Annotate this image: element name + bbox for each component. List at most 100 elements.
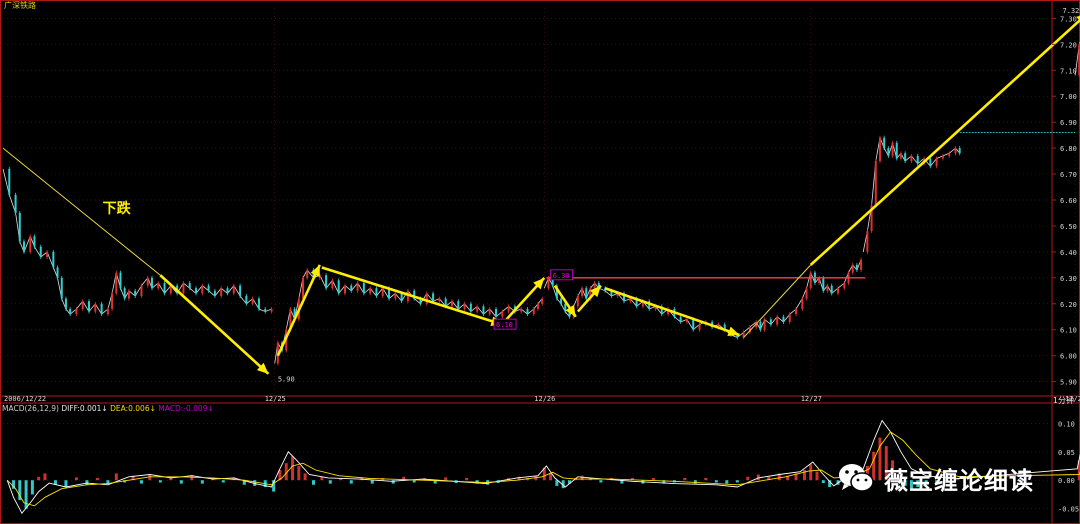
candle-body (394, 293, 397, 299)
candle-body (837, 288, 840, 294)
candle-body (910, 155, 913, 162)
annotation-label: 下跌 (103, 201, 132, 217)
candle-body (163, 283, 166, 294)
candle-body (822, 277, 825, 291)
candle-body (331, 280, 334, 289)
candle-body (195, 288, 198, 294)
candle-body (759, 321, 762, 330)
wechat-icon (839, 464, 874, 492)
candle-body (450, 301, 453, 307)
candle-body (679, 316, 682, 322)
candle-body (356, 283, 359, 291)
axis-layer: 5.90 6.00 6.10 6.20 6.30 6.40 6.50 6.60 6.70 6.80… (4, 15, 1080, 513)
price-tick-label: 6.10 (1060, 327, 1077, 335)
trend-arrow-shaft (809, 18, 1080, 266)
candle-body (629, 298, 632, 302)
candle-body (782, 316, 785, 322)
price-line-segment (543, 259, 862, 338)
candle-body (150, 277, 153, 289)
candle-body (941, 155, 944, 159)
candle-body (60, 277, 63, 299)
candle-body (257, 298, 260, 309)
candle-body (958, 148, 961, 154)
candle-body (264, 308, 267, 312)
candle-body (123, 288, 126, 299)
candle-body (88, 301, 91, 312)
price-series-layer (2, 41, 1080, 366)
candle-body (362, 283, 365, 294)
candle-body (302, 277, 305, 299)
candle-body (532, 308, 535, 315)
candle-body (140, 285, 143, 296)
macd-status-line: MACD(26,12,9) DIFF:0.001↓ DEA:0.006↓ MAC… (2, 404, 214, 413)
price-tick-label: 7.00 (1060, 93, 1077, 101)
candle-body (220, 288, 223, 296)
candle-body (119, 272, 122, 289)
candle-body (698, 324, 701, 330)
candle-body (883, 137, 886, 149)
candle-body (94, 303, 97, 312)
candle-body (935, 158, 938, 167)
candle-body (763, 319, 766, 330)
candle-body (541, 298, 544, 304)
candle-body (916, 155, 919, 164)
candle-body (400, 293, 403, 302)
candle-body (585, 288, 588, 299)
candle-body (495, 308, 498, 317)
candle-body (69, 308, 72, 315)
candle-body (325, 275, 328, 289)
candle-body (375, 288, 378, 296)
candle-body (692, 319, 695, 330)
period-label[interactable]: 1分钟 (1053, 396, 1074, 406)
candle-body (182, 283, 185, 294)
candle-body (381, 288, 384, 296)
candle-body (488, 308, 491, 315)
candle-body (251, 298, 254, 304)
candle-body (685, 319, 688, 322)
trend-arrow-shaft (276, 264, 321, 357)
macd-dea-value: DEA:0.006↓ (110, 404, 156, 413)
candle-body (106, 308, 109, 315)
price-tick-label: 6.20 (1060, 301, 1077, 309)
price-tick-label: 6.60 (1060, 197, 1077, 205)
candle-body (46, 251, 49, 258)
candle-body (134, 290, 137, 296)
outer-frame (0, 0, 1080, 524)
candle-body (226, 288, 229, 294)
candle-body (207, 285, 210, 291)
price-tick-label: 6.30 (1060, 275, 1077, 283)
candle-body (954, 148, 957, 154)
candle-body (874, 161, 877, 206)
grid-layer (0, 0, 1080, 524)
candle-body (33, 236, 36, 247)
trend-arrow-shaft (159, 274, 270, 375)
price-tick-label: 6.80 (1060, 145, 1077, 153)
candle-body (507, 306, 510, 312)
macd-tick-label: 0.05 (1058, 449, 1075, 457)
candle-body (788, 314, 791, 322)
candle-body (830, 285, 833, 294)
macd-name: MACD(26,12,9) (2, 404, 59, 413)
candle-body (232, 285, 235, 294)
candle-body (432, 293, 435, 302)
candle-body (929, 158, 932, 167)
candle-body (8, 168, 11, 195)
candle-body (560, 298, 563, 304)
trend-line-layer (2, 15, 1080, 375)
macd-tick-label: 0.10 (1058, 420, 1075, 428)
candle-body (581, 288, 584, 296)
candle-body (899, 153, 902, 159)
candle-body (438, 298, 441, 302)
price-tick-label: 6.70 (1060, 171, 1077, 179)
candle-body (115, 272, 118, 294)
candle-body (826, 285, 829, 291)
candle-body (891, 142, 894, 156)
trend-arrow-shaft (604, 286, 740, 337)
watermark: 薇宝缠论细读 (836, 450, 1034, 506)
candle-body (887, 148, 890, 156)
candle-body (201, 285, 204, 294)
candle-body (860, 259, 863, 271)
macd-value: MACD:-0.009↓ (158, 404, 214, 413)
candle-body (809, 272, 812, 289)
macd-tick-label: -0.05 (1058, 506, 1079, 514)
